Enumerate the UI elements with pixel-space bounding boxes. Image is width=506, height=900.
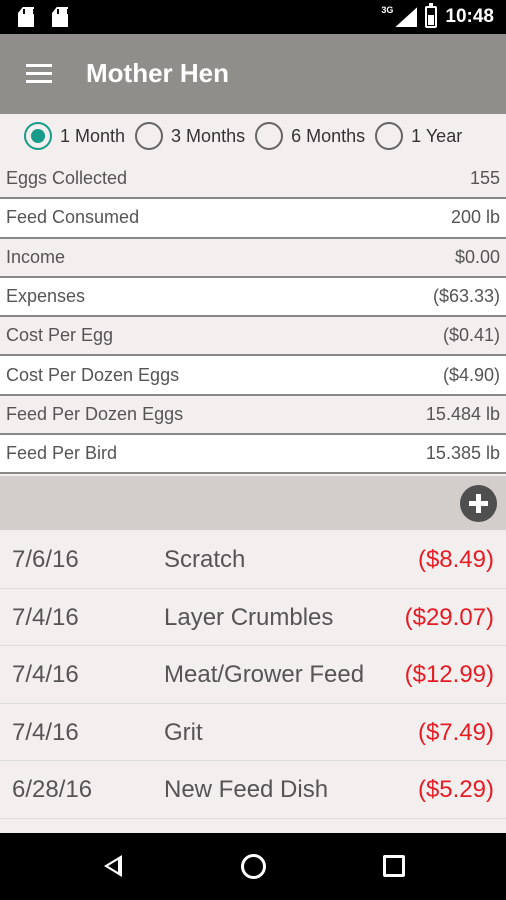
radio-button-icon[interactable] bbox=[375, 122, 404, 150]
stat-label: Eggs Collected bbox=[6, 168, 128, 189]
expense-date: 7/4/16 bbox=[12, 661, 79, 689]
stat-row: Feed Per Bird 15.385 lb bbox=[0, 435, 506, 475]
expense-name: Grit bbox=[164, 718, 203, 746]
stat-label: Cost Per Egg bbox=[6, 325, 114, 346]
expense-name: Meat/Grower Feed bbox=[164, 661, 365, 689]
expense-row[interactable]: 6/28/16 New Feed Dish ($5.29) bbox=[0, 761, 506, 819]
recents-icon[interactable] bbox=[383, 855, 405, 877]
stat-row: Feed Per Dozen Eggs 15.484 lb bbox=[0, 395, 506, 436]
clock: 10:48 bbox=[445, 6, 494, 27]
radio-button-icon[interactable] bbox=[135, 122, 164, 150]
stat-value: $0.00 bbox=[454, 246, 500, 267]
expense-row[interactable]: 7/4/16 Grit ($7.49) bbox=[0, 703, 506, 762]
radio-button-icon[interactable] bbox=[255, 122, 284, 150]
expense-date: 7/6/16 bbox=[12, 546, 79, 573]
range-option-label: 6 Months bbox=[291, 125, 366, 146]
stat-label: Feed Consumed bbox=[6, 207, 140, 228]
stat-row: Feed Consumed 200 lb bbox=[0, 199, 506, 239]
stat-row: Income $0.00 bbox=[0, 238, 506, 278]
expense-row[interactable]: 7/4/16 Meat/Grower Feed ($12.99) bbox=[0, 646, 506, 704]
stat-value: ($63.33) bbox=[432, 286, 500, 307]
app-bar: Mother Hen bbox=[0, 34, 506, 114]
time-range-selector: 1 Month 3 Months 6 Months 1 Year bbox=[0, 114, 506, 158]
stat-label: Feed Per Bird bbox=[6, 443, 118, 464]
expense-amount: ($12.99) bbox=[404, 661, 494, 689]
expense-name: Layer Crumbles bbox=[164, 603, 334, 631]
stat-label: Income bbox=[6, 246, 66, 267]
range-option[interactable]: 1 Year bbox=[375, 122, 462, 150]
home-icon[interactable] bbox=[241, 854, 266, 879]
expense-name: New Feed Dish bbox=[164, 776, 329, 804]
expense-row[interactable]: 7/4/16 Layer Crumbles ($29.07) bbox=[0, 588, 506, 647]
stat-value: ($0.41) bbox=[442, 325, 500, 346]
sd-card-icon bbox=[52, 7, 68, 27]
back-icon[interactable] bbox=[104, 855, 122, 877]
stat-value: 15.385 lb bbox=[425, 443, 500, 464]
expense-date: 7/4/16 bbox=[12, 718, 79, 746]
stat-row: Cost Per Dozen Eggs ($4.90) bbox=[0, 356, 506, 396]
stat-label: Cost Per Dozen Eggs bbox=[6, 364, 180, 385]
expense-date: 7/4/16 bbox=[12, 603, 79, 631]
expense-name: Scratch bbox=[164, 546, 246, 573]
radio-button-icon[interactable] bbox=[24, 122, 52, 150]
stat-row: Cost Per Egg ($0.41) bbox=[0, 317, 506, 357]
stats-table: Eggs Collected 155 Feed Consumed 200 lb Inco… bbox=[0, 160, 506, 475]
expense-toolbar bbox=[0, 476, 506, 530]
expense-row[interactable]: 7/6/16 Scratch ($8.49) bbox=[0, 531, 506, 589]
notification-icons bbox=[18, 7, 68, 27]
range-option-label: 1 Year bbox=[411, 125, 463, 146]
range-option-label: 1 Month bbox=[60, 125, 126, 146]
status-bar: 3G 10:48 bbox=[0, 0, 506, 34]
expense-amount: ($7.49) bbox=[417, 718, 494, 746]
stat-label: Expenses bbox=[6, 286, 86, 307]
expense-date: 6/28/16 bbox=[12, 776, 93, 804]
stat-value: 15.484 lb bbox=[425, 403, 500, 424]
app-title: Mother Hen bbox=[86, 58, 229, 88]
battery-icon bbox=[425, 3, 438, 28]
navigation-bar bbox=[0, 833, 506, 900]
menu-icon[interactable] bbox=[26, 64, 52, 84]
stat-row: Eggs Collected 155 bbox=[0, 160, 506, 200]
stat-label: Feed Per Dozen Eggs bbox=[6, 403, 184, 424]
signal-icon bbox=[395, 7, 418, 27]
expense-amount: ($29.07) bbox=[404, 603, 494, 631]
stat-value: ($4.90) bbox=[442, 364, 500, 385]
stat-value: 155 bbox=[469, 168, 500, 189]
expense-amount: ($8.49) bbox=[417, 546, 494, 573]
add-expense-button[interactable] bbox=[460, 485, 497, 522]
range-option[interactable]: 3 Months bbox=[135, 122, 245, 150]
expense-amount: ($5.29) bbox=[417, 776, 494, 804]
expense-list: 7/6/16 Scratch ($8.49) 7/4/16 Layer Crumbles… bbox=[0, 531, 506, 819]
network-type-label: 3G bbox=[381, 5, 394, 15]
range-option[interactable]: 1 Month bbox=[24, 122, 125, 150]
stat-value: 200 lb bbox=[450, 207, 500, 228]
range-option-label: 3 Months bbox=[171, 125, 246, 146]
sd-card-icon bbox=[18, 7, 34, 27]
stat-row: Expenses ($63.33) bbox=[0, 277, 506, 318]
range-option[interactable]: 6 Months bbox=[255, 122, 365, 150]
